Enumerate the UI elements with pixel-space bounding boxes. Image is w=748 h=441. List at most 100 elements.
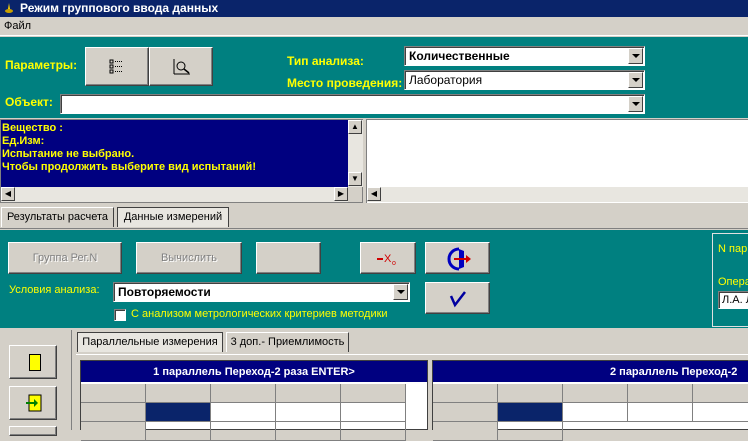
grid-2-row-header	[433, 422, 498, 441]
info-line-3: Испытание не выбрано.	[2, 148, 135, 160]
group-reg-label: Группа Рег.N	[32, 252, 98, 264]
conditions-select[interactable]: Повторяемости	[113, 282, 410, 302]
tab-parallel[interactable]: Параллельные измерения	[77, 332, 223, 352]
grid-1-cell[interactable]	[276, 403, 341, 422]
grid-2-cell-selected[interactable]	[498, 403, 563, 422]
grid-2-cell[interactable]	[498, 422, 563, 441]
tab-results[interactable]: Результаты расчета	[1, 207, 114, 227]
conditions-label: Условия анализа:	[9, 284, 100, 296]
group-reg-button[interactable]: Группа Рег.N	[8, 242, 122, 274]
tab-measurements-label: Данные измерений	[123, 211, 223, 223]
location-value: Лаборатория	[409, 73, 483, 87]
grid-1[interactable]: 1 параллель Переход-2 раза ENTER>	[80, 360, 428, 441]
grid-1-cell[interactable]	[341, 403, 406, 422]
grid-2[interactable]: 2 параллель Переход-2	[432, 360, 748, 441]
n-pairs-label: N пар	[718, 243, 748, 255]
chevron-down-icon[interactable]	[628, 48, 643, 64]
chevron-down-icon[interactable]	[628, 96, 643, 112]
grid-1-cell	[146, 384, 211, 403]
confirm-button[interactable]	[425, 282, 490, 314]
checkmark-icon	[449, 291, 466, 308]
side-button-1[interactable]	[9, 345, 57, 379]
notes-area[interactable]: ◀	[366, 119, 748, 203]
metrology-checkbox[interactable]	[114, 309, 126, 321]
scroll-up-icon[interactable]: ▲	[348, 120, 362, 134]
info-line-1: Вещество :	[2, 122, 63, 134]
chevron-down-icon[interactable]	[393, 284, 408, 300]
conditions-value: Повторяемости	[118, 285, 211, 299]
operator-value: Л.А. Л	[722, 294, 748, 306]
scroll-left-icon[interactable]: ◀	[367, 187, 381, 201]
grid-2-header-label: 2 параллель Переход-2	[610, 366, 738, 378]
analysis-type-select[interactable]: Количественные	[404, 46, 645, 66]
remove-x-icon: X o	[377, 253, 396, 267]
scroll-right-icon[interactable]: ▶	[334, 187, 348, 201]
svg-text:o: o	[392, 260, 396, 267]
params-chart-button[interactable]	[149, 47, 213, 86]
menu-file[interactable]: Файл	[4, 20, 31, 32]
grid-1-cell-selected[interactable]	[146, 403, 211, 422]
grid-2-row-header	[433, 403, 498, 422]
menu-bar: Файл	[0, 17, 748, 36]
grid-1-cell	[81, 384, 146, 403]
grid-1-cell	[276, 384, 341, 403]
params-label: Параметры:	[5, 58, 78, 72]
tab-extra-label: 3 доп.- Приемлимость	[230, 336, 345, 348]
grid-1-cell[interactable]	[341, 422, 406, 441]
right-info-group: N пар Опера Л.А. Л	[712, 233, 748, 327]
grid-1-cell[interactable]	[146, 422, 211, 441]
calculate-button[interactable]: Вычислить	[136, 242, 242, 274]
info-line-2: Ед.Изм:	[2, 135, 45, 147]
chevron-down-icon[interactable]	[628, 72, 643, 88]
metrology-checkbox-label: С анализом метрологических критериев мет…	[131, 308, 388, 320]
params-list-button[interactable]	[85, 47, 149, 86]
grid-1-cell	[341, 384, 406, 403]
tab-extra[interactable]: 3 доп.- Приемлимость	[226, 332, 349, 352]
analysis-type-label: Тип анализа:	[287, 54, 364, 68]
grid-1-row-header	[81, 422, 146, 441]
grid-1-cell[interactable]	[211, 403, 276, 422]
side-button-3[interactable]	[9, 426, 57, 436]
grid-2-cell	[628, 384, 693, 403]
location-label: Место проведения:	[287, 76, 403, 90]
info-text-area: Вещество : Ед.Изм: Испытание не выбрано.…	[1, 120, 348, 187]
grid-2-cell	[563, 384, 628, 403]
info-box: Вещество : Ед.Изм: Испытание не выбрано.…	[0, 119, 363, 203]
grid-2-cell	[433, 384, 498, 403]
notes-hscroll[interactable]	[367, 187, 748, 202]
side-button-2[interactable]	[9, 386, 57, 420]
grid-1-header-label: 1 параллель Переход-2 раза ENTER>	[153, 366, 355, 378]
operator-label: Опера	[718, 276, 748, 288]
grid-2-cell[interactable]	[563, 403, 628, 422]
grid-2-cell[interactable]	[693, 403, 748, 422]
scroll-left-icon[interactable]: ◀	[1, 187, 15, 201]
grid-1-cell	[211, 384, 276, 403]
tab-measurements[interactable]: Данные измерений	[117, 207, 229, 227]
tab-results-label: Результаты расчета	[6, 211, 109, 223]
exit-button[interactable]	[425, 242, 490, 274]
grid-2-header: 2 параллель Переход-2	[433, 361, 748, 383]
yellow-note-icon	[29, 354, 41, 371]
grid-1-cell[interactable]	[211, 422, 276, 441]
grid-2-cell[interactable]	[628, 403, 693, 422]
blank-button[interactable]	[256, 242, 321, 274]
grid-1-cell[interactable]	[276, 422, 341, 441]
grid-1-header: 1 параллель Переход-2 раза ENTER>	[81, 361, 427, 383]
info-hscroll[interactable]	[1, 187, 348, 202]
window-title: Режим группового ввода данных	[20, 1, 219, 15]
scroll-down-icon[interactable]: ▼	[348, 172, 362, 186]
list-settings-icon	[109, 59, 123, 74]
location-select[interactable]: Лаборатория	[404, 70, 645, 90]
grid-2-cell	[693, 384, 748, 403]
import-arrow-icon	[26, 394, 42, 412]
object-select[interactable]	[60, 94, 645, 114]
grid-2-cell	[498, 384, 563, 403]
remove-x-button[interactable]: X o	[360, 242, 416, 274]
info-line-4: Чтобы продолжить выберите вид испытаний!	[2, 161, 256, 173]
operator-field[interactable]: Л.А. Л	[718, 291, 748, 309]
calculate-label: Вычислить	[161, 252, 217, 264]
tab-parallel-label: Параллельные измерения	[82, 336, 218, 348]
tab-divider	[0, 228, 748, 229]
exit-door-icon	[447, 247, 471, 271]
analysis-type-value: Количественные	[409, 49, 510, 63]
